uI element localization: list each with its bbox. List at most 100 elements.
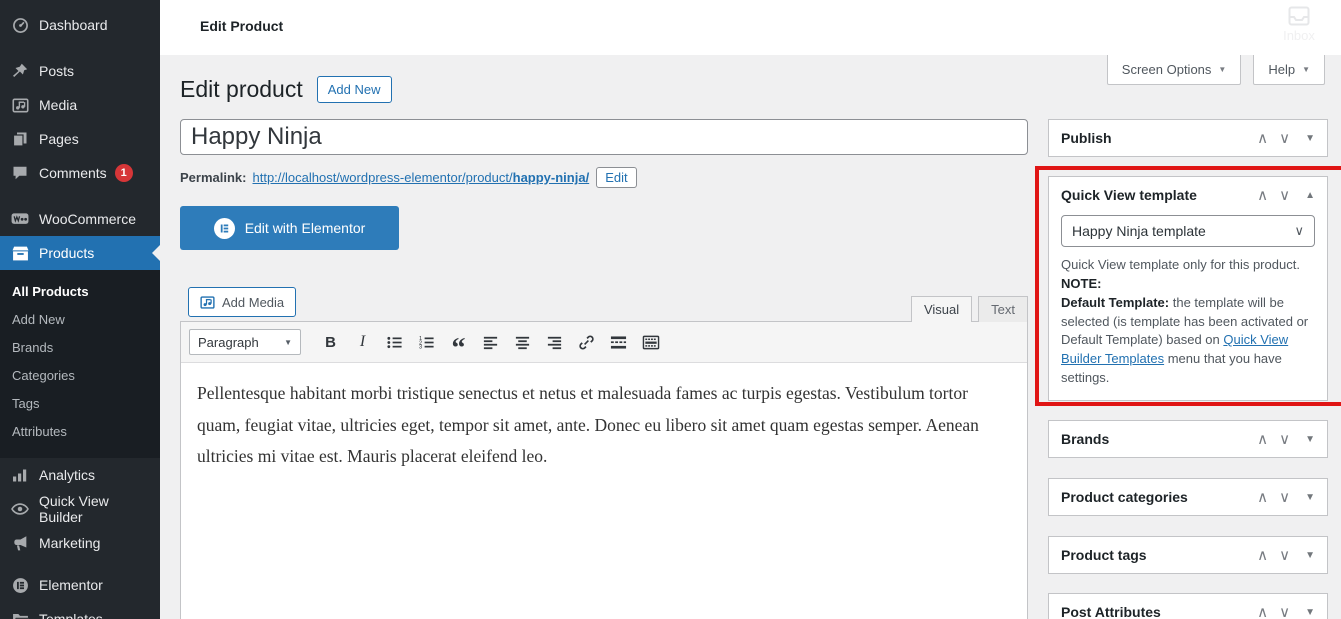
move-down-icon[interactable]: ∨ xyxy=(1279,430,1290,448)
sidebar-item-media[interactable]: Media xyxy=(0,88,160,122)
collapse-toggle-icon[interactable]: ▲ xyxy=(1305,190,1315,201)
tab-text[interactable]: Text xyxy=(978,296,1028,322)
product-title-input[interactable] xyxy=(180,119,1028,155)
sidebar-item-label: Media xyxy=(39,97,77,113)
pages-icon xyxy=(10,129,30,149)
sidebar-item-label: Posts xyxy=(39,63,74,79)
move-down-icon[interactable]: ∨ xyxy=(1279,603,1290,619)
default-template-label: Default Template: xyxy=(1061,295,1169,310)
comments-count-badge: 1 xyxy=(115,164,133,182)
template-select[interactable]: Happy Ninja template ∨ xyxy=(1061,215,1315,247)
panel-order-buttons: ∧∨ xyxy=(1257,603,1290,619)
sidebar-item-pages[interactable]: Pages xyxy=(0,122,160,156)
panel-title: Post Attributes xyxy=(1061,604,1257,619)
link-button[interactable] xyxy=(573,330,600,354)
sidebar-item-label: Dashboard xyxy=(39,17,108,33)
add-new-button[interactable]: Add New xyxy=(317,76,392,103)
permalink-slug: happy-ninja/ xyxy=(513,170,590,185)
move-up-icon[interactable]: ∧ xyxy=(1257,546,1268,564)
sidebar-item-analytics[interactable]: Analytics xyxy=(0,458,160,492)
collapse-toggle-icon[interactable]: ▼ xyxy=(1305,434,1315,445)
product-categories-panel: Product categories ∧∨ ▼ xyxy=(1048,478,1328,516)
pin-icon xyxy=(10,61,30,81)
align-right-button[interactable] xyxy=(541,330,568,354)
editor-content[interactable]: Pellentesque habitant morbi tristique se… xyxy=(181,363,1027,488)
comment-icon xyxy=(10,163,30,183)
blockquote-button[interactable]: “ xyxy=(445,330,472,354)
align-center-button[interactable] xyxy=(509,330,536,354)
panel-title: Quick View template xyxy=(1061,187,1257,203)
add-media-button[interactable]: Add Media xyxy=(188,287,296,317)
quick-view-panel-header[interactable]: Quick View template ∧∨ ▲ xyxy=(1049,177,1327,213)
submenu-item-tags[interactable]: Tags xyxy=(0,390,160,418)
move-down-icon[interactable]: ∨ xyxy=(1279,129,1290,147)
panel-title: Product tags xyxy=(1061,547,1257,563)
submenu-item-all-products[interactable]: All Products xyxy=(0,278,160,306)
sidebar-item-quick-view-builder[interactable]: Quick View Builder xyxy=(0,492,160,526)
inbox-label: Inbox xyxy=(1275,28,1323,43)
screen-options-button[interactable]: Screen Options ▼ xyxy=(1107,55,1242,85)
paragraph-format-select[interactable]: Paragraph ▼ xyxy=(189,329,301,355)
sidebar-item-label: Templates xyxy=(39,611,103,619)
permalink-edit-button[interactable]: Edit xyxy=(596,167,636,188)
panel-order-buttons: ∧∨ xyxy=(1257,186,1290,204)
permalink-link[interactable]: http://localhost/wordpress-elementor/pro… xyxy=(252,170,589,185)
sidebar-item-elementor[interactable]: Elementor xyxy=(0,568,160,602)
move-down-icon[interactable]: ∨ xyxy=(1279,186,1290,204)
bold-button[interactable]: B xyxy=(317,330,344,354)
sidebar-item-products[interactable]: Products xyxy=(0,236,160,270)
inbox-widget[interactable]: Inbox xyxy=(1275,6,1323,43)
sidebar-item-label: Comments xyxy=(39,165,107,181)
tab-visual[interactable]: Visual xyxy=(911,296,972,322)
editor-toolbar: Paragraph ▼ B I 123 “ xyxy=(181,322,1027,363)
read-more-tag-button[interactable] xyxy=(605,330,632,354)
submenu-item-add-new[interactable]: Add New xyxy=(0,306,160,334)
elementor-button-label: Edit with Elementor xyxy=(245,220,366,236)
permalink-url-base: http://localhost/wordpress-elementor/pro… xyxy=(252,170,512,185)
template-select-value: Happy Ninja template xyxy=(1072,223,1206,239)
megaphone-icon xyxy=(10,533,30,553)
move-up-icon[interactable]: ∧ xyxy=(1257,603,1268,619)
move-up-icon[interactable]: ∧ xyxy=(1257,430,1268,448)
sidebar-item-label: Analytics xyxy=(39,467,95,483)
page-title: Edit product xyxy=(180,75,303,104)
move-down-icon[interactable]: ∨ xyxy=(1279,546,1290,564)
sidebar-item-templates[interactable]: Templates xyxy=(0,602,160,619)
numbered-list-button[interactable]: 123 xyxy=(413,330,440,354)
post-attributes-panel-header[interactable]: Post Attributes ∧∨ ▼ xyxy=(1049,594,1327,619)
collapse-toggle-icon[interactable]: ▼ xyxy=(1305,492,1315,503)
collapse-toggle-icon[interactable]: ▼ xyxy=(1305,133,1315,144)
italic-button[interactable]: I xyxy=(349,330,376,354)
heading-row: Edit product Add New xyxy=(180,75,392,104)
sidebar-item-marketing[interactable]: Marketing xyxy=(0,526,160,560)
sidebar-item-dashboard[interactable]: Dashboard xyxy=(0,8,160,42)
sidebar-item-woocommerce[interactable]: WooCommerce xyxy=(0,202,160,236)
publish-panel-header[interactable]: Publish ∧∨ ▼ xyxy=(1049,120,1327,156)
brands-panel: Brands ∧∨ ▼ xyxy=(1048,420,1328,458)
product-tags-panel-header[interactable]: Product tags ∧ ∨ ▼ xyxy=(1049,537,1327,573)
paragraph-select-value: Paragraph xyxy=(198,335,259,350)
sidebar-item-posts[interactable]: Posts xyxy=(0,54,160,88)
submenu-item-brands[interactable]: Brands xyxy=(0,334,160,362)
collapse-toggle-icon[interactable]: ▼ xyxy=(1305,550,1315,561)
svg-text:3: 3 xyxy=(419,344,422,350)
move-down-icon[interactable]: ∨ xyxy=(1279,488,1290,506)
editor-frame: Paragraph ▼ B I 123 “ xyxy=(180,321,1028,619)
submenu-item-attributes[interactable]: Attributes xyxy=(0,418,160,446)
move-up-icon[interactable]: ∧ xyxy=(1257,129,1268,147)
toolbar-toggle-button[interactable] xyxy=(637,330,664,354)
align-left-button[interactable] xyxy=(477,330,504,354)
product-categories-panel-header[interactable]: Product categories ∧∨ ▼ xyxy=(1049,479,1327,515)
help-button[interactable]: Help ▼ xyxy=(1253,55,1325,85)
sidebar-item-label: Elementor xyxy=(39,577,103,593)
template-description: Quick View template only for this produc… xyxy=(1061,256,1315,388)
move-up-icon[interactable]: ∧ xyxy=(1257,488,1268,506)
brands-panel-header[interactable]: Brands ∧∨ ▼ xyxy=(1049,421,1327,457)
edit-with-elementor-button[interactable]: Edit with Elementor xyxy=(180,206,399,250)
submenu-item-categories[interactable]: Categories xyxy=(0,362,160,390)
description-line: Quick View template only for this produc… xyxy=(1061,257,1300,272)
bulleted-list-button[interactable] xyxy=(381,330,408,354)
collapse-toggle-icon[interactable]: ▼ xyxy=(1305,607,1315,618)
move-up-icon[interactable]: ∧ xyxy=(1257,186,1268,204)
sidebar-item-comments[interactable]: Comments 1 xyxy=(0,156,160,190)
